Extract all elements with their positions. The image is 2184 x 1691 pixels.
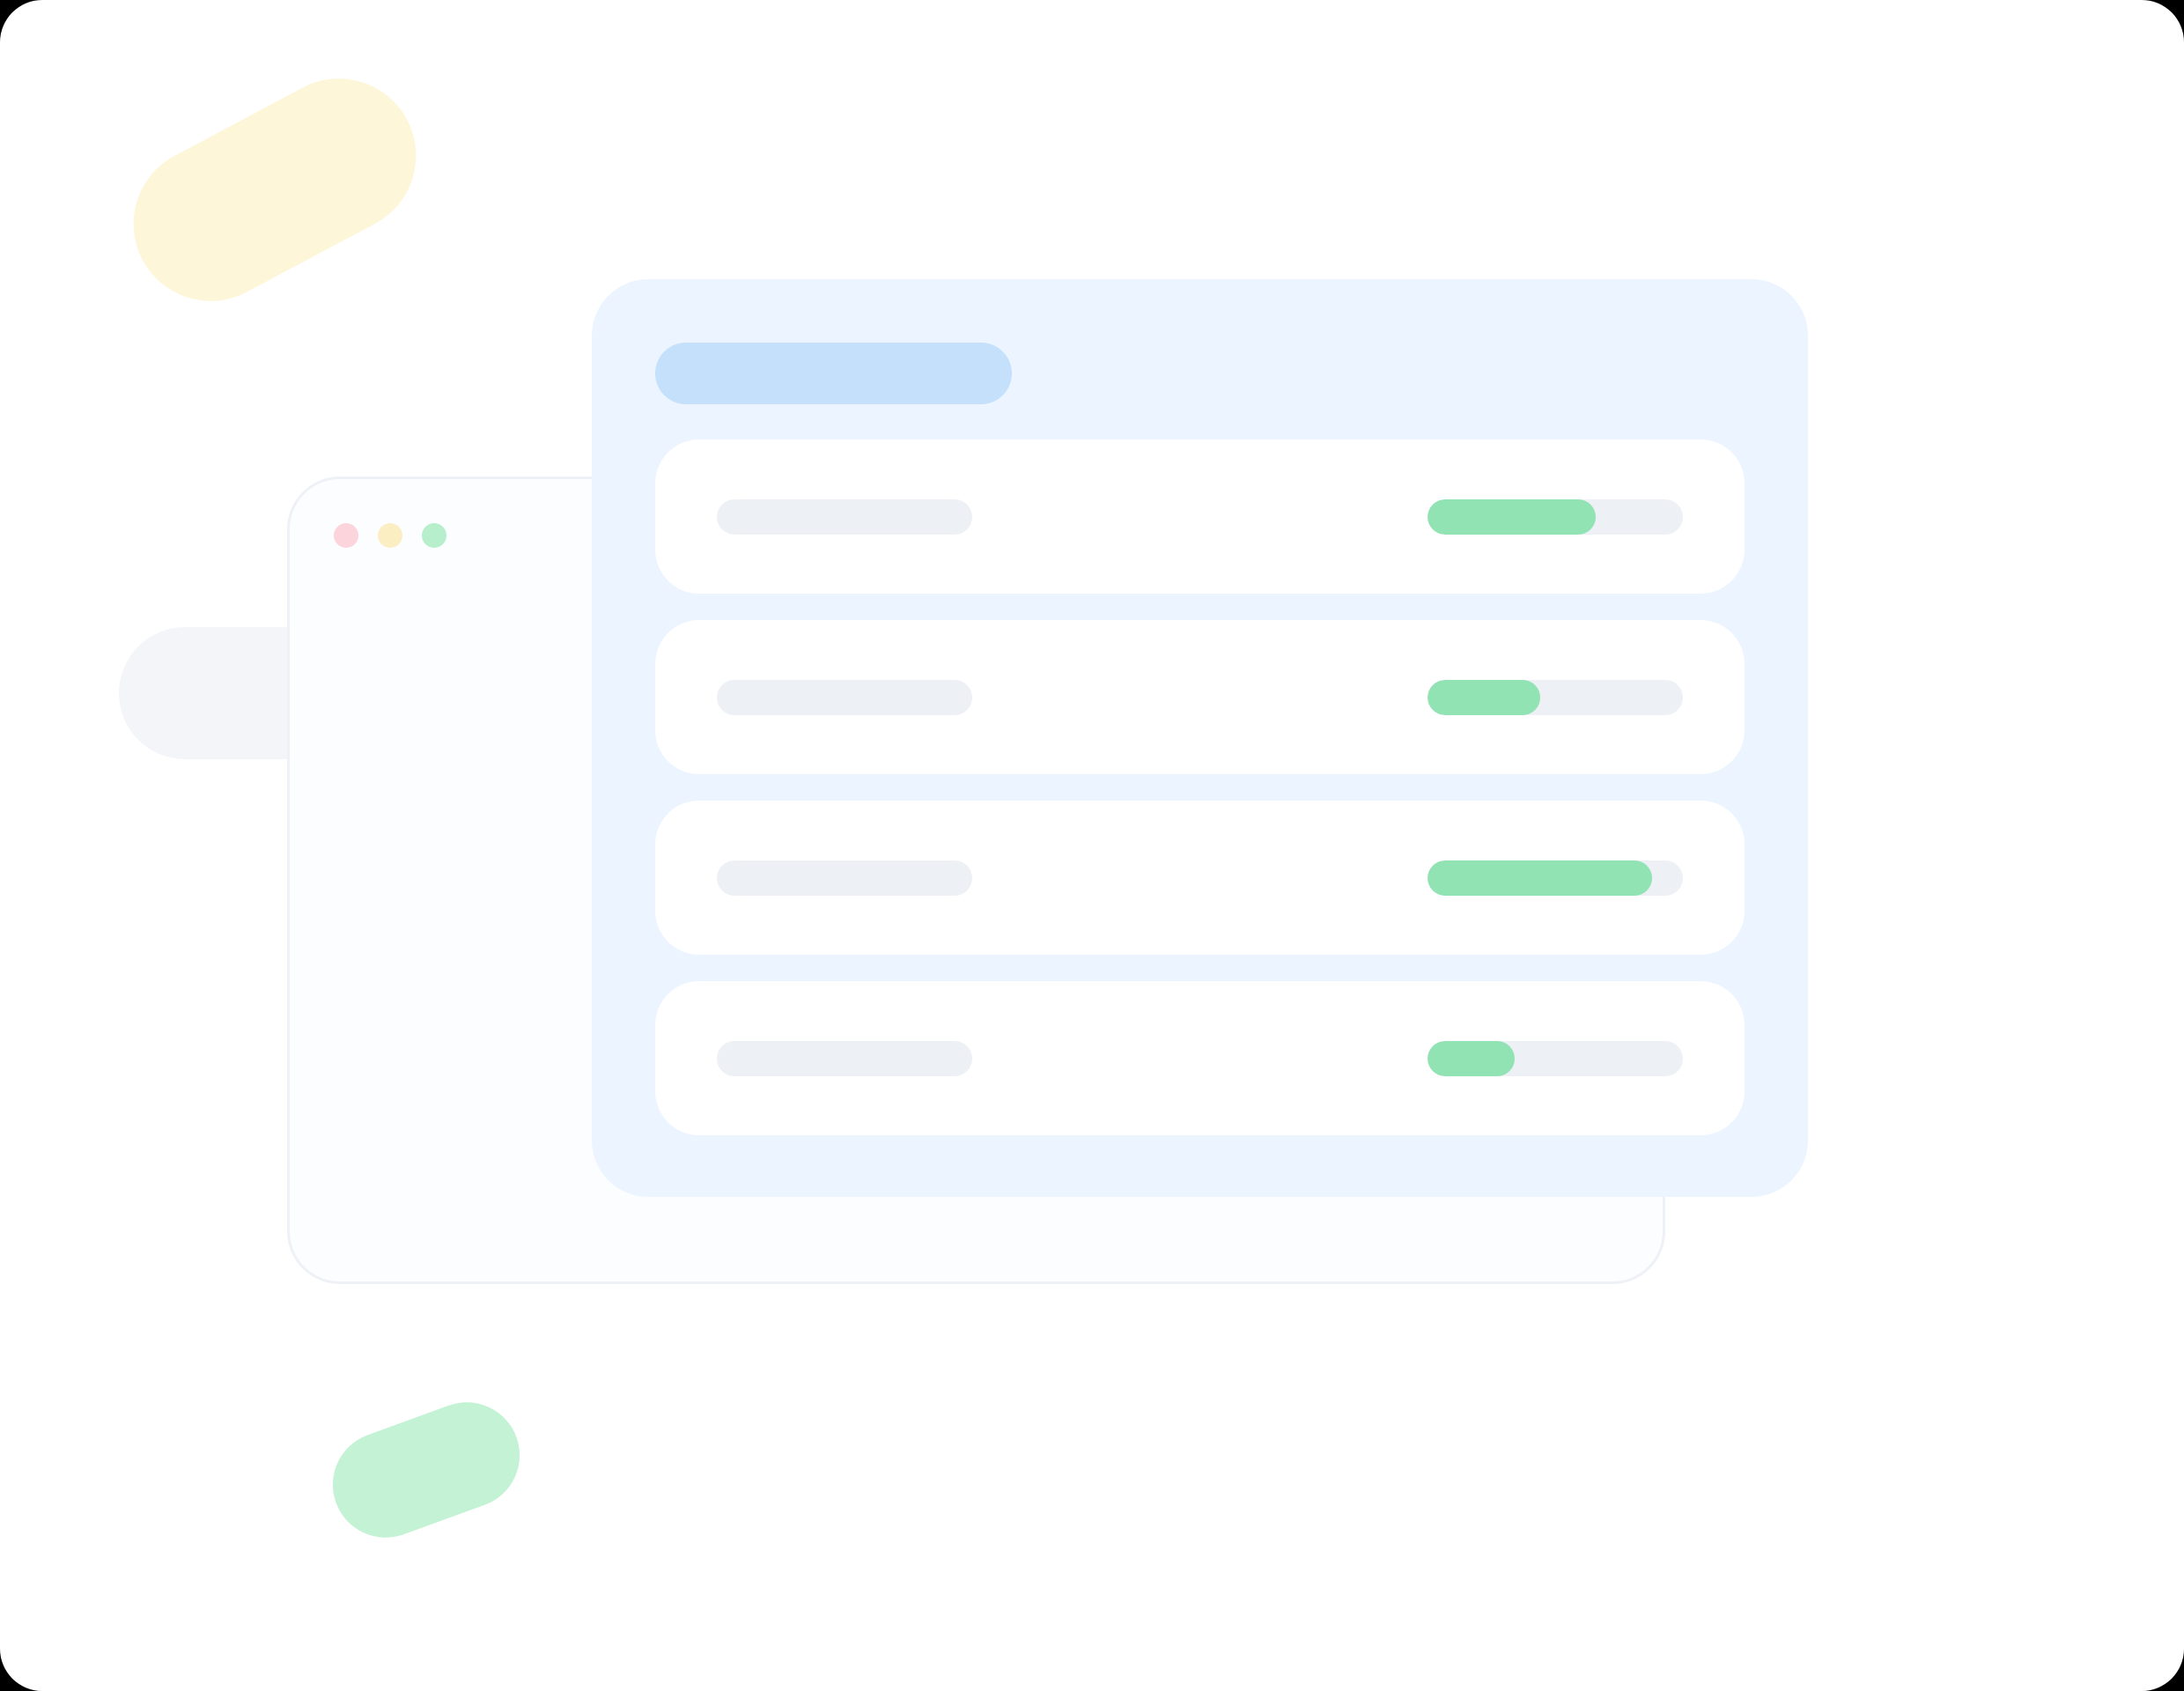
window-controls [334,523,446,548]
progress-panel [592,279,1808,1197]
progress-fill [1428,499,1596,535]
decorative-pill-green [318,1387,535,1552]
item-label-placeholder [717,1041,972,1076]
progress-bar [1428,860,1683,896]
progress-bar [1428,1041,1683,1076]
zoom-icon[interactable] [422,523,446,548]
progress-bar [1428,499,1683,535]
panel-title-placeholder [655,343,1012,404]
item-label-placeholder [717,860,972,896]
decorative-pill-yellow [107,51,443,328]
item-label-placeholder [717,499,972,535]
progress-fill [1428,860,1652,896]
minimize-icon[interactable] [378,523,402,548]
list-item [655,801,1745,955]
list-item [655,981,1745,1135]
progress-fill [1428,1041,1515,1076]
progress-fill [1428,680,1540,715]
item-label-placeholder [717,680,972,715]
illustration-canvas [0,0,2184,1691]
progress-bar [1428,680,1683,715]
close-icon[interactable] [334,523,358,548]
list-item [655,439,1745,594]
list-item [655,620,1745,774]
